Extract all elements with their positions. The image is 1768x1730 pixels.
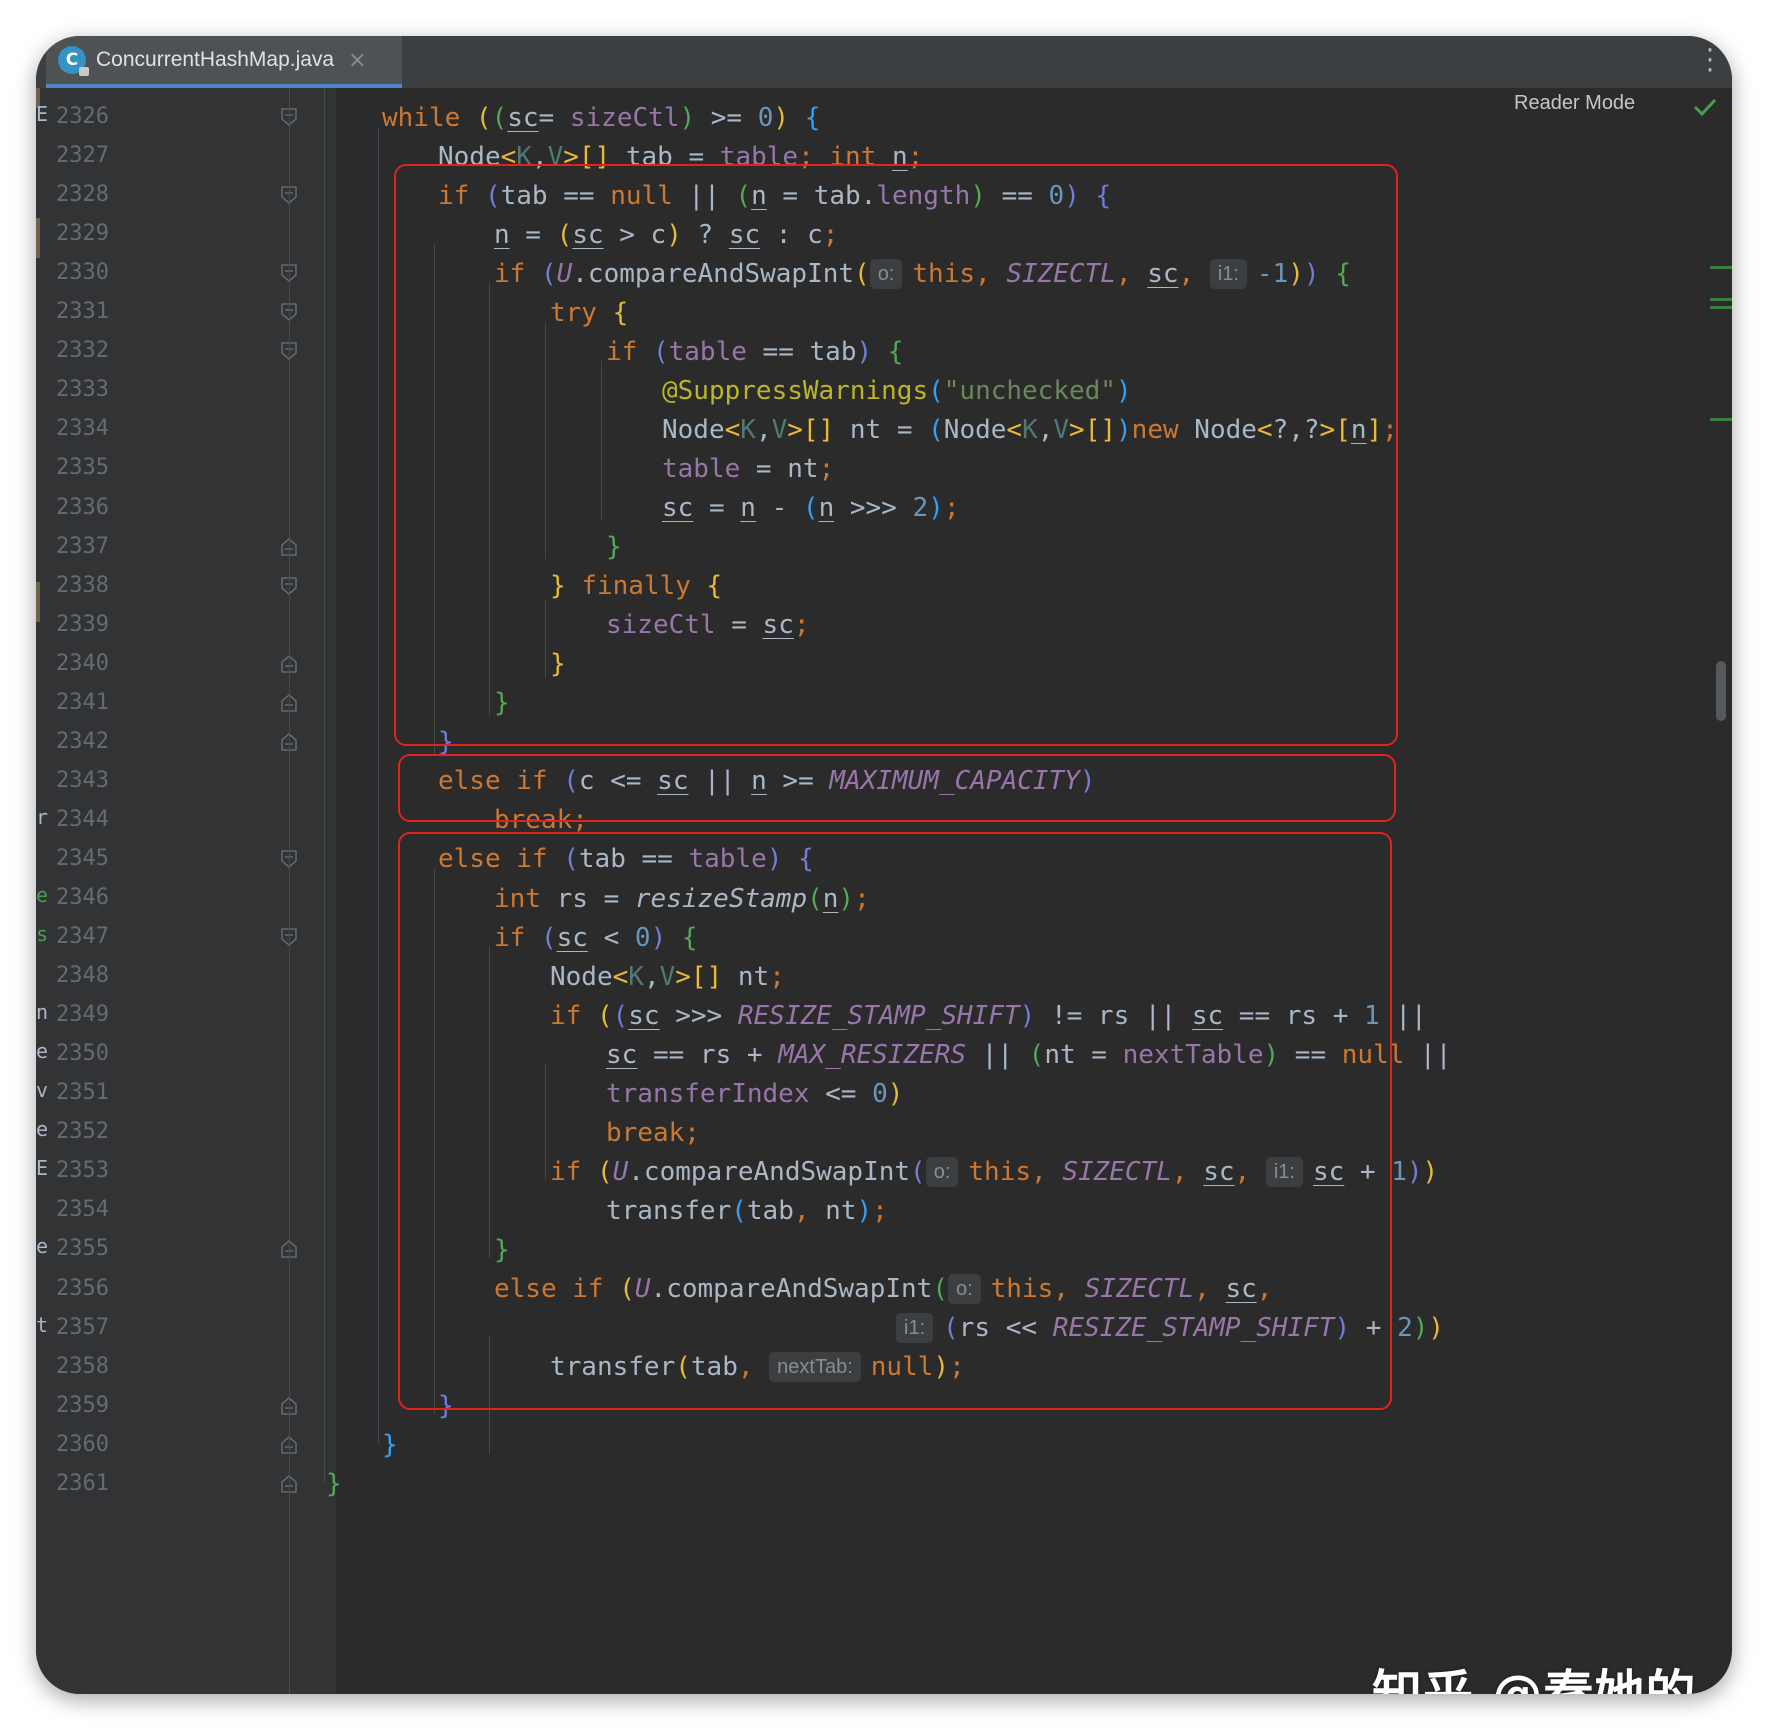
clipped-text-fragment: E [36, 102, 49, 126]
line-number-gutter: 2326 2327 2328 2329 2330 2331 2332 2333 2334 2335… [36, 88, 336, 1694]
watermark: 知乎 @秦她的菜 [1372, 1665, 1697, 1694]
clipped-text-fragment: e [36, 1039, 49, 1064]
line-number: 2331 [56, 299, 109, 325]
change-marker [36, 218, 40, 258]
line-number: 2343 [56, 767, 109, 793]
line-number: 2334 [56, 416, 109, 442]
line-number: 2351 [56, 1080, 109, 1106]
highlight-box-init-table [394, 164, 1398, 746]
line-number: 2336 [56, 494, 109, 520]
code-token: } [326, 1469, 342, 1500]
file-tab[interactable]: C ConcurrentHashMap.java × [46, 36, 402, 88]
fold-guide [289, 88, 290, 1694]
line-number: 2329 [56, 221, 109, 247]
clipped-text-fragment: t [36, 1312, 49, 1337]
code-line: } [382, 1426, 398, 1465]
error-stripe-mark[interactable] [1710, 418, 1732, 421]
line-number: 2356 [56, 1275, 109, 1301]
line-number: 2342 [56, 728, 109, 754]
code-token: 2 [1397, 1313, 1413, 1344]
clipped-text-fragment: e [36, 1234, 49, 1259]
line-number: 2352 [56, 1119, 109, 1145]
lock-icon [79, 67, 89, 76]
line-number: 2354 [56, 1197, 109, 1223]
code-token: || [1404, 1039, 1452, 1070]
line-number: 2359 [56, 1392, 109, 1418]
error-stripe-mark[interactable] [1710, 306, 1732, 309]
clipped-text-fragment: r [36, 804, 49, 829]
line-number: 2353 [56, 1158, 109, 1184]
line-number: 2355 [56, 1236, 109, 1262]
change-marker [36, 582, 40, 622]
code-token: >= [695, 102, 758, 133]
line-number: 2328 [56, 182, 109, 208]
line-number: 2341 [56, 689, 109, 715]
clipped-text-fragment: E [36, 1156, 49, 1181]
highlight-box-resize [398, 832, 1392, 1410]
clipped-text-fragment: s [36, 922, 49, 947]
line-number: 2327 [56, 143, 109, 169]
code-token: ) [679, 102, 696, 133]
clipped-text-fragment: n [36, 1000, 49, 1025]
highlight-box-max-capacity [398, 754, 1396, 822]
code-token: while [382, 102, 476, 133]
line-number: 2330 [56, 260, 109, 286]
reader-mode-button[interactable]: Reader Mode [1514, 92, 1635, 115]
code-token: 0 [757, 102, 774, 133]
line-number: 2339 [56, 611, 109, 637]
line-number: 2348 [56, 963, 109, 989]
indent-guide [324, 88, 325, 1482]
line-number: 2326 [56, 104, 109, 129]
line-number: 2346 [56, 885, 109, 910]
code-token: ) [1428, 1313, 1445, 1344]
line-number: 2361 [56, 1470, 109, 1496]
code-token: 1 [1391, 1156, 1407, 1187]
code-token: ( [491, 102, 508, 133]
editor-tab-bar: C ConcurrentHashMap.java × · · · [36, 36, 1732, 89]
line-number: 2337 [56, 533, 109, 559]
code-token: ) [773, 102, 790, 133]
code-token: sc [507, 102, 539, 133]
code-token: ) [1406, 1156, 1423, 1187]
file-tab-label: ConcurrentHashMap.java [96, 48, 335, 71]
error-stripe-mark[interactable] [1710, 298, 1732, 301]
clipped-text-fragment: e [36, 883, 49, 907]
line-number: 2340 [56, 650, 109, 676]
line-number: 2344 [56, 806, 109, 832]
line-number: 2360 [56, 1431, 109, 1457]
line-number: 2349 [56, 1002, 109, 1028]
code-token: ) [1422, 1156, 1439, 1187]
code-line: } [326, 1465, 342, 1504]
clipped-text-fragment: v [36, 1078, 49, 1103]
line-number: 2357 [56, 1314, 109, 1340]
line-number: 2333 [56, 377, 109, 403]
close-icon[interactable]: × [348, 48, 366, 73]
check-icon[interactable] [1692, 96, 1718, 118]
clipped-text-fragment: e [36, 1117, 49, 1142]
line-number: 2338 [56, 572, 109, 598]
line-number: 2332 [56, 338, 109, 364]
line-number: 2345 [56, 845, 109, 871]
line-number: 2350 [56, 1041, 109, 1067]
vertical-scrollbar[interactable] [1716, 661, 1726, 721]
error-stripe-mark[interactable] [1710, 266, 1732, 269]
code-token: } [382, 1430, 398, 1461]
more-vertical-icon[interactable]: · · · [1702, 38, 1718, 84]
code-token: sizeCtl [569, 102, 680, 133]
editor-window: C ConcurrentHashMap.java × · · · 2326 2327 2… [36, 36, 1732, 1694]
code-token: { [804, 102, 821, 133]
code-token: ( [475, 102, 492, 133]
indent-guide [378, 127, 379, 1443]
code-token: ) [1412, 1313, 1429, 1344]
code-token: = [538, 102, 570, 133]
java-class-icon: C [58, 46, 89, 76]
line-number: 2358 [56, 1353, 109, 1379]
line-number: 2347 [56, 924, 109, 950]
line-number: 2335 [56, 455, 109, 481]
code-line: while ((sc = sizeCtl) >= 0) { [382, 98, 820, 137]
